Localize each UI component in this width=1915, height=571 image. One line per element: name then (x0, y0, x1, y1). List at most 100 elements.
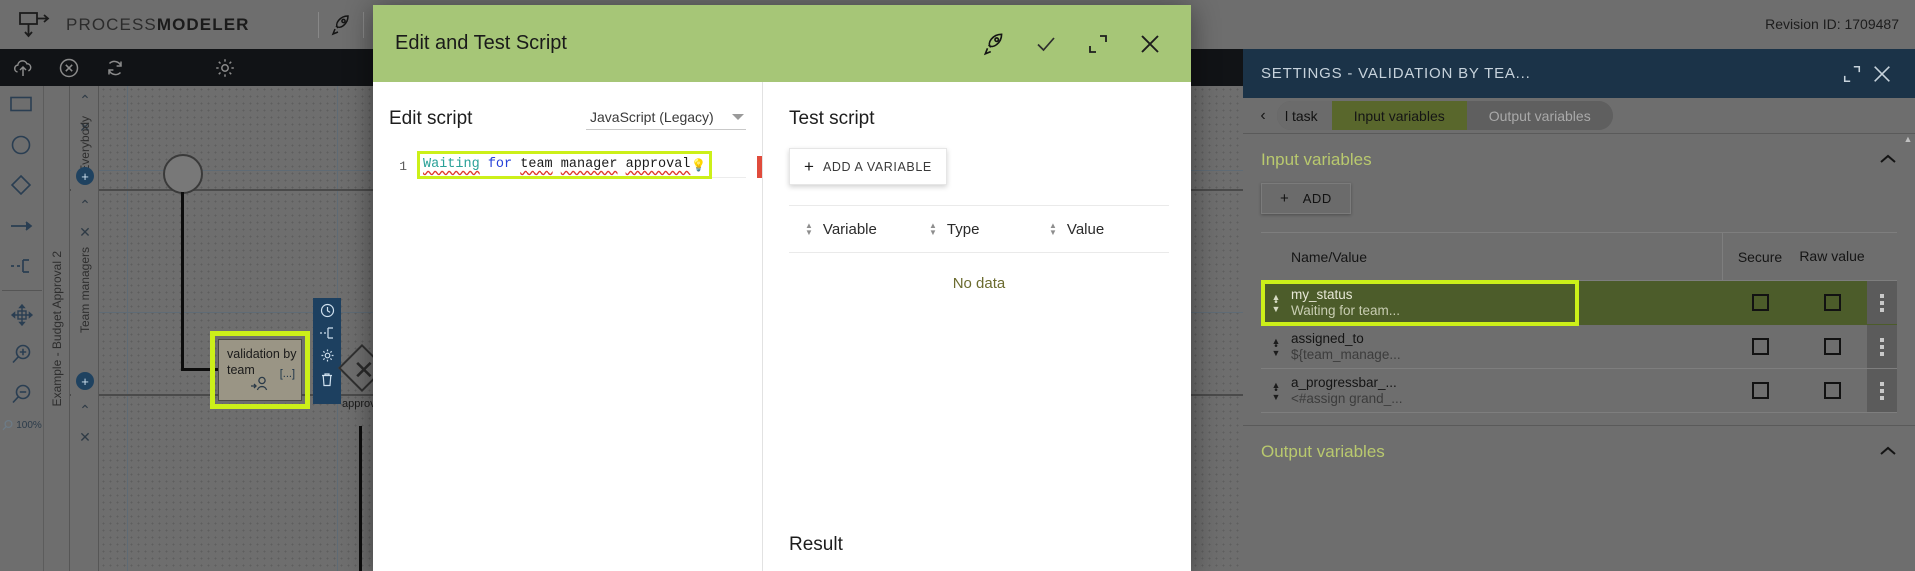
code-line-content[interactable]: Waiting for team manager approval 💡 (417, 151, 746, 179)
line-number: 1 (399, 159, 407, 174)
secure-checkbox-cell[interactable] (1723, 281, 1797, 324)
add-lane-button[interactable]: + (76, 167, 94, 185)
secure-checkbox-cell[interactable] (1723, 325, 1797, 368)
boundary-icon[interactable] (319, 327, 335, 341)
close-icon[interactable] (1137, 31, 1163, 57)
secure-checkbox[interactable] (1751, 294, 1769, 311)
language-select[interactable]: JavaScript (Legacy) (586, 109, 746, 130)
rectangle-shape-tool[interactable] (0, 86, 44, 126)
settings-content: Input variables + ADD Name/Value Secure (1243, 133, 1915, 571)
row-menu-button[interactable] (1867, 281, 1897, 324)
rocket-icon[interactable] (981, 31, 1007, 57)
result-title: Result (789, 534, 843, 555)
lane-delete-icon[interactable]: ✕ (79, 429, 91, 446)
close-icon[interactable] (1867, 59, 1897, 89)
gear-icon[interactable] (320, 348, 335, 365)
timer-icon[interactable] (320, 303, 335, 320)
add-input-variable-button[interactable]: + ADD (1261, 183, 1351, 214)
lane-collapse-icon[interactable]: ⌃ (79, 197, 91, 214)
tab-input-variables[interactable]: Input variables (1331, 101, 1467, 130)
edit-script-pane: Edit script JavaScript (Legacy) 1 Waitin… (373, 82, 763, 571)
sort-icon[interactable]: ▲ ▼ (805, 222, 813, 237)
column-value[interactable]: ▲ ▼ Value (1049, 221, 1169, 238)
sort-icon[interactable]: ▲ ▼ (1049, 222, 1057, 237)
rocket-icon[interactable] (319, 0, 363, 49)
scroll-up-icon[interactable]: ▲ (1903, 134, 1913, 144)
zoom-out-tool[interactable] (0, 375, 44, 415)
edit-script-title: Edit script (389, 108, 473, 129)
drag-handle-icon[interactable]: ▲ • ▼ (1261, 369, 1291, 412)
reorder-icon: ▲ • ▼ (1271, 335, 1281, 358)
settings-panel: SETTINGS - VALIDATION BY TEA... ‹ l task… (1243, 49, 1915, 571)
refresh-icon[interactable] (92, 49, 138, 86)
boundary-connector-tool[interactable] (0, 246, 44, 286)
cancel-circle-icon[interactable] (46, 49, 92, 86)
settings-header: SETTINGS - VALIDATION BY TEA... (1243, 49, 1915, 98)
task-context-toolbar[interactable] (313, 298, 341, 404)
raw-value-checkbox[interactable] (1823, 294, 1841, 311)
lightbulb-icon[interactable]: 💡 (691, 158, 706, 172)
secure-checkbox[interactable] (1751, 338, 1769, 355)
palette-divider (2, 290, 42, 291)
drag-handle-icon[interactable]: ▲ • ▼ (1261, 325, 1291, 368)
chevron-up-icon[interactable] (1879, 444, 1897, 460)
table-header-row: Name/Value Secure Raw value (1261, 232, 1897, 281)
tab-task[interactable]: l task (1277, 101, 1332, 130)
row-menu-button[interactable] (1867, 325, 1897, 368)
drag-handle-icon[interactable]: ▲ • ▼ (1261, 281, 1291, 324)
settings-scrollbar[interactable]: ▲ (1903, 134, 1913, 571)
expand-icon[interactable] (1085, 31, 1111, 57)
table-row[interactable]: ▲ • ▼ assigned_to ${team_manage... (1261, 325, 1897, 369)
raw-value-checkbox-cell[interactable] (1797, 325, 1867, 368)
edit-test-script-modal[interactable]: Edit and Test Script Edit script JavaScr… (373, 5, 1191, 571)
grid-line (127, 86, 128, 571)
row-menu-button[interactable] (1867, 369, 1897, 412)
editor-error-marker[interactable] (757, 156, 762, 178)
output-variables-header[interactable]: Output variables (1261, 442, 1897, 462)
table-row[interactable]: ▲ • ▼ my_status Waiting for team... (1261, 280, 1897, 326)
cloud-upload-icon[interactable] (0, 49, 46, 86)
code-line[interactable]: 1 Waiting for team manager approval 💡 (389, 151, 746, 179)
editor-scrollbar-track[interactable] (754, 156, 762, 456)
table-row[interactable]: ▲ • ▼ a_progressbar_... <#assign grand_... (1261, 369, 1897, 413)
pan-tool[interactable] (0, 295, 44, 335)
add-a-variable-button[interactable]: + ADD A VARIABLE (789, 148, 947, 185)
expand-icon[interactable] (1837, 59, 1867, 89)
input-variables-header[interactable]: Input variables (1261, 150, 1897, 170)
column-type[interactable]: ▲ ▼ Type (929, 221, 1049, 238)
secure-checkbox-cell[interactable] (1723, 369, 1797, 412)
raw-value-checkbox-cell[interactable] (1797, 369, 1867, 412)
tabs-scroll-left-icon[interactable]: ‹ (1249, 107, 1277, 125)
lane-collapse-icon[interactable]: ⌃ (79, 92, 91, 109)
circle-shape-tool[interactable] (0, 126, 44, 166)
brand: PROCESSMODELER (0, 0, 310, 49)
lane-collapse-icon[interactable]: ⌃ (79, 402, 91, 419)
secure-checkbox[interactable] (1751, 382, 1769, 399)
raw-value-checkbox-cell[interactable] (1797, 281, 1867, 324)
column-value-label: Value (1066, 220, 1105, 238)
trash-icon[interactable] (320, 372, 334, 389)
add-lane-button[interactable]: + (76, 372, 94, 390)
zoom-in-tool[interactable] (0, 335, 44, 375)
start-event-node[interactable] (163, 154, 203, 194)
user-task-node[interactable]: validation by team [...] (218, 339, 302, 401)
chevron-up-icon[interactable] (1879, 152, 1897, 168)
sort-icon[interactable]: ▲ ▼ (929, 222, 937, 237)
add-a-variable-label: ADD A VARIABLE (822, 159, 932, 174)
process-modeler-logo-icon (18, 10, 52, 40)
raw-value-checkbox[interactable] (1823, 382, 1841, 399)
tab-output-variables[interactable]: Output variables (1466, 101, 1613, 130)
diamond-shape-tool[interactable] (0, 166, 44, 206)
test-script-title: Test script (789, 108, 875, 129)
row-name-value: assigned_to ${team_manage... (1291, 325, 1723, 368)
column-variable[interactable]: ▲ ▼ Variable (789, 221, 929, 238)
check-icon[interactable] (1033, 31, 1059, 57)
arrow-connector-tool[interactable] (0, 206, 44, 246)
flow-label: approv (342, 398, 376, 410)
raw-value-checkbox[interactable] (1823, 338, 1841, 355)
row-name-value: a_progressbar_... <#assign grand_... (1291, 369, 1723, 412)
variable-value: Waiting for team... (1291, 303, 1401, 318)
task-ellipsis[interactable]: [...] (280, 368, 295, 380)
gear-icon[interactable] (205, 49, 245, 86)
code-editor[interactable]: 1 Waiting for team manager approval 💡 (389, 151, 762, 456)
